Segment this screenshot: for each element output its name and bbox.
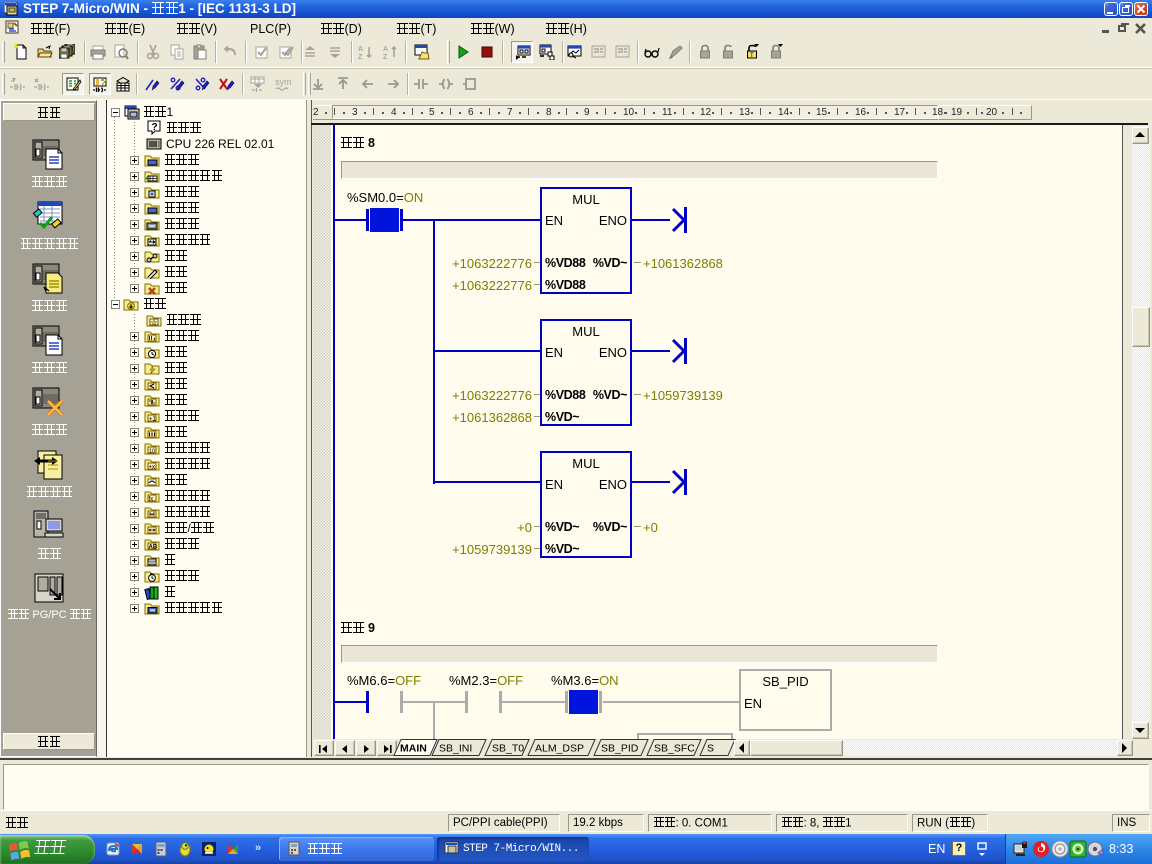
svg-text:Z: Z (383, 54, 388, 60)
svg-text:A: A (358, 46, 363, 53)
svg-text:S: S (707, 743, 714, 755)
svg-text:SB_SFC: SB_SFC (654, 743, 695, 755)
svg-text:Z: Z (358, 54, 363, 60)
svg-text:sym: sym (275, 77, 291, 87)
svg-text:A: A (383, 46, 388, 53)
svg-text:+x: +x (149, 465, 156, 471)
svg-text:SB_INI: SB_INI (439, 743, 472, 755)
svg-text:AB: AB (149, 545, 158, 551)
svg-text:+1: +1 (149, 417, 157, 423)
svg-text:MAIN: MAIN (400, 743, 427, 755)
svg-text:ALM_DSP: ALM_DSP (535, 743, 584, 755)
svg-text:SB_T0: SB_T0 (492, 743, 524, 755)
svg-text:?: ? (152, 122, 158, 133)
svg-text:10: 10 (149, 449, 155, 455)
svg-text:fx: fx (149, 497, 154, 503)
svg-text:SB_PID: SB_PID (601, 743, 639, 755)
svg-text:T: T (750, 53, 754, 59)
